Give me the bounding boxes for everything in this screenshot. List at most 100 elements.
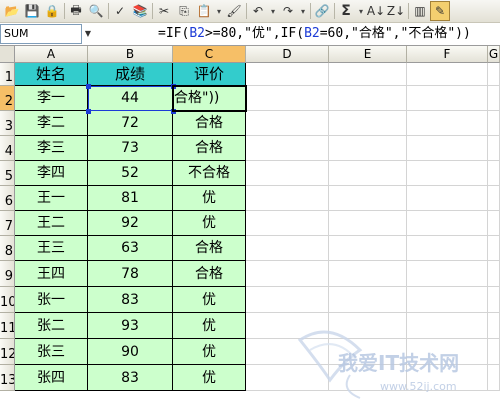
empty-cell[interactable]	[488, 186, 500, 211]
cell-grade[interactable]: 优	[173, 186, 246, 211]
dropdown-arrow-icon[interactable]: ▾	[214, 2, 224, 21]
cell-grade[interactable]: 优	[173, 365, 246, 391]
empty-cell[interactable]	[407, 136, 488, 161]
print-preview-icon[interactable]: 🔍	[86, 2, 106, 21]
empty-cell[interactable]	[329, 261, 407, 287]
cell-grade[interactable]: 合格	[173, 111, 246, 136]
empty-cell[interactable]	[407, 313, 488, 339]
empty-cell[interactable]	[488, 287, 500, 313]
format-painter-icon[interactable]: 🖌	[224, 2, 244, 21]
empty-cell[interactable]	[407, 211, 488, 236]
cell-name[interactable]: 张二	[15, 313, 88, 339]
cell-name[interactable]: 王一	[15, 186, 88, 211]
dropdown-arrow-icon[interactable]: ▾	[356, 2, 366, 21]
empty-cell[interactable]	[329, 313, 407, 339]
name-box-dropdown-icon[interactable]: ▼	[82, 24, 94, 44]
empty-cell[interactable]	[488, 236, 500, 261]
empty-cell[interactable]	[407, 86, 488, 111]
empty-cell[interactable]	[329, 287, 407, 313]
empty-cell[interactable]	[407, 261, 488, 287]
empty-cell[interactable]	[407, 111, 488, 136]
undo-icon[interactable]: ↶	[248, 2, 268, 21]
sort-descending-icon[interactable]: Z↓	[386, 2, 406, 21]
dropdown-arrow-icon[interactable]: ▾	[268, 2, 278, 21]
empty-cell[interactable]	[246, 313, 329, 339]
empty-cell[interactable]	[488, 365, 500, 391]
cell-grade[interactable]: 优	[173, 211, 246, 236]
cell-score[interactable]: 73	[88, 136, 173, 161]
empty-cell[interactable]	[407, 161, 488, 186]
select-all-corner[interactable]	[0, 46, 15, 63]
empty-cell[interactable]	[329, 236, 407, 261]
row-header-3[interactable]: 3	[0, 111, 15, 136]
copy-icon[interactable]: ⎘	[174, 2, 194, 21]
spelling-icon[interactable]: ✓	[110, 2, 130, 21]
row-header-2[interactable]: 2	[0, 86, 15, 111]
empty-cell[interactable]	[407, 287, 488, 313]
empty-cell[interactable]	[246, 365, 329, 391]
cut-icon[interactable]: ✂	[154, 2, 174, 21]
cell-score[interactable]: 44	[88, 86, 173, 111]
cell-name[interactable]: 张一	[15, 287, 88, 313]
redo-icon[interactable]: ↷	[278, 2, 298, 21]
empty-cell[interactable]	[488, 313, 500, 339]
empty-cell[interactable]	[488, 211, 500, 236]
cell-name[interactable]: 张四	[15, 365, 88, 391]
reference-resize-handle[interactable]	[171, 109, 176, 114]
cell-score[interactable]: 78	[88, 261, 173, 287]
empty-cell[interactable]	[407, 63, 488, 86]
hyperlink-icon[interactable]: 🔗	[312, 2, 332, 21]
cell-name[interactable]: 张三	[15, 339, 88, 365]
cell-score[interactable]: 90	[88, 339, 173, 365]
empty-cell[interactable]	[246, 211, 329, 236]
paste-icon[interactable]: 📋	[194, 2, 214, 21]
cell-name[interactable]: 李三	[15, 136, 88, 161]
sort-ascending-icon[interactable]: A↓	[366, 2, 386, 21]
empty-cell[interactable]	[488, 161, 500, 186]
empty-cell[interactable]	[329, 63, 407, 86]
row-header-1[interactable]: 1	[0, 63, 15, 86]
cell-name[interactable]: 王三	[15, 236, 88, 261]
empty-cell[interactable]	[329, 86, 407, 111]
cell-score[interactable]: 81	[88, 186, 173, 211]
cell-grade[interactable]: 合格	[173, 136, 246, 161]
empty-cell[interactable]	[246, 161, 329, 186]
empty-cell[interactable]	[329, 211, 407, 236]
research-icon[interactable]: 📚	[130, 2, 150, 21]
autosum-icon[interactable]: Σ	[336, 2, 356, 21]
empty-cell[interactable]	[329, 136, 407, 161]
reference-resize-handle[interactable]	[86, 109, 91, 114]
empty-cell[interactable]	[329, 161, 407, 186]
empty-cell[interactable]	[246, 86, 329, 111]
cell-score[interactable]: 93	[88, 313, 173, 339]
column-header-g[interactable]: G	[488, 46, 500, 63]
column-header-e[interactable]: E	[329, 46, 407, 63]
worksheet-grid[interactable]: 姓名 成绩 评价 李一 44 合格")) 李二 72 合格 李三 73 合格 李四 52 不合格 王一 81 优王…	[15, 63, 500, 401]
empty-cell[interactable]	[246, 136, 329, 161]
empty-cell[interactable]	[407, 236, 488, 261]
empty-cell[interactable]	[488, 136, 500, 161]
empty-cell[interactable]	[246, 236, 329, 261]
empty-cell[interactable]	[488, 63, 500, 86]
column-header-b[interactable]: B	[88, 46, 173, 63]
row-header-12[interactable]: 12	[0, 339, 15, 365]
cell-score[interactable]: 52	[88, 161, 173, 186]
cell-name[interactable]: 李二	[15, 111, 88, 136]
empty-cell[interactable]	[246, 111, 329, 136]
column-header-f[interactable]: F	[407, 46, 488, 63]
row-header-10[interactable]: 10	[0, 287, 15, 313]
cell-grade[interactable]: 优	[173, 287, 246, 313]
empty-cell[interactable]	[407, 365, 488, 391]
row-header-8[interactable]: 8	[0, 236, 15, 261]
cell-grade[interactable]: 优	[173, 313, 246, 339]
cell-name[interactable]: 王二	[15, 211, 88, 236]
chart-wizard-icon[interactable]: ▥	[410, 2, 430, 21]
empty-cell[interactable]	[488, 111, 500, 136]
save-icon[interactable]: 💾	[22, 2, 42, 21]
empty-cell[interactable]	[407, 186, 488, 211]
empty-cell[interactable]	[488, 339, 500, 365]
formula-input[interactable]: =IF(B2>=80,"优",IF(B2=60,"合格","不合格"))	[158, 25, 471, 43]
empty-cell[interactable]	[329, 186, 407, 211]
cell-score[interactable]: 92	[88, 211, 173, 236]
reference-resize-handle[interactable]	[171, 84, 176, 89]
